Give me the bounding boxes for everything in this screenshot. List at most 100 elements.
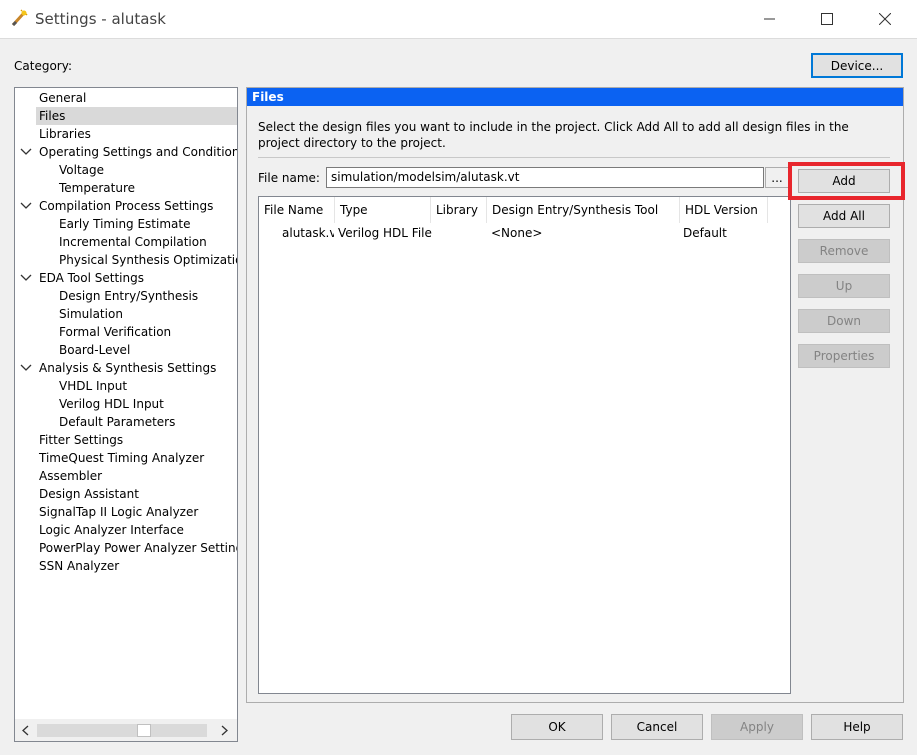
title-bar: Settings - alutask (0, 0, 917, 39)
tree-item[interactable]: Analysis & Synthesis Settings (36, 359, 237, 377)
category-tree[interactable]: General Files Libraries Operating Settings … (14, 87, 238, 742)
tree-item-label: SSN Analyzer (39, 559, 120, 573)
files-description: Select the design files you want to incl… (258, 120, 849, 150)
tree-item-label: Verilog HDL Input (59, 397, 164, 411)
tree-item-label: Early Timing Estimate (59, 217, 191, 231)
separator (258, 157, 890, 158)
tree-item[interactable]: EDA Tool Settings (36, 269, 237, 287)
down-button[interactable]: Down (798, 309, 890, 333)
tree-item[interactable]: Files (36, 107, 237, 125)
tree-item[interactable]: Fitter Settings (36, 431, 237, 449)
tree-item-label: Voltage (59, 163, 105, 177)
tree-item-label: Temperature (59, 181, 136, 195)
add-button[interactable]: Add (798, 169, 890, 193)
tree-item[interactable]: SignalTap II Logic Analyzer (36, 503, 237, 521)
tree-item-label: Analysis & Synthesis Settings (39, 361, 217, 375)
tree-item[interactable]: SSN Analyzer (36, 557, 237, 575)
file-name-label: File name: (258, 171, 320, 185)
cell-tool: <None> (491, 226, 543, 240)
tree-item[interactable]: Incremental Compilation (56, 233, 237, 251)
help-button[interactable]: Help (811, 714, 903, 740)
tree-item-label: Files (39, 109, 66, 123)
horizontal-scrollbar[interactable] (15, 719, 237, 741)
cell-file-name: alutask.vt (282, 226, 334, 240)
chevron-right-icon[interactable] (221, 725, 229, 736)
close-button[interactable] (856, 0, 914, 38)
tree-item[interactable]: Design Entry/Synthesis (56, 287, 237, 305)
tree-item[interactable]: Verilog HDL Input (56, 395, 237, 413)
chevron-down-icon[interactable] (20, 272, 32, 284)
cell-type: Verilog HDL File (338, 226, 432, 240)
tree-item[interactable]: Assembler (36, 467, 237, 485)
tree-item[interactable]: Temperature (56, 179, 237, 197)
tree-item-label: Fitter Settings (39, 433, 124, 447)
tree-item[interactable]: Formal Verification (56, 323, 237, 341)
tree-item-label: TimeQuest Timing Analyzer (39, 451, 205, 465)
chevron-down-icon[interactable] (20, 146, 32, 158)
tree-item[interactable]: Compilation Process Settings (36, 197, 237, 215)
add-all-button[interactable]: Add All (798, 204, 890, 228)
properties-button[interactable]: Properties (798, 344, 890, 368)
file-name-input[interactable]: simulation/modelsim/alutask.vt (326, 167, 764, 188)
tree-item-label: Simulation (59, 307, 123, 321)
tree-item[interactable]: Simulation (56, 305, 237, 323)
tree-item-label: Assembler (39, 469, 103, 483)
tree-item[interactable]: Libraries (36, 125, 237, 143)
tree-item-label: Design Entry/Synthesis (59, 289, 199, 303)
maximize-button[interactable] (798, 0, 856, 38)
tree-item[interactable]: TimeQuest Timing Analyzer (36, 449, 237, 467)
files-panel-header: Files (247, 88, 903, 106)
tree-item-label: General (39, 91, 87, 105)
window-title: Settings - alutask (35, 10, 166, 28)
scrollbar-track[interactable] (37, 724, 207, 737)
tree-item-label: Default Parameters (59, 415, 176, 429)
column-header-library[interactable]: Library (431, 197, 487, 223)
up-button[interactable]: Up (798, 274, 890, 298)
minimize-button[interactable] (741, 0, 799, 38)
ok-button[interactable]: OK (511, 714, 603, 740)
tree-item-label: VHDL Input (59, 379, 128, 393)
tree-item-label: Libraries (39, 127, 91, 141)
tree-item-label: Physical Synthesis Optimizations (59, 253, 238, 267)
tree-item-label: EDA Tool Settings (39, 271, 144, 285)
tree-item[interactable]: Default Parameters (56, 413, 237, 431)
tree-item[interactable]: General (36, 89, 237, 107)
chevron-left-icon[interactable] (21, 725, 29, 736)
tree-item-label: Operating Settings and Conditions (39, 145, 238, 159)
apply-button[interactable]: Apply (711, 714, 803, 740)
chevron-down-icon[interactable] (20, 362, 32, 374)
tree-item-label: Board-Level (59, 343, 131, 357)
column-header-file-name[interactable]: File Name (259, 197, 335, 223)
column-header-hdl-version[interactable]: HDL Version (680, 197, 768, 223)
column-header-tool[interactable]: Design Entry/Synthesis Tool (487, 197, 680, 223)
tree-item[interactable]: Operating Settings and Conditions (36, 143, 237, 161)
tree-item[interactable]: VHDL Input (56, 377, 237, 395)
files-table[interactable]: File Name Type Library Design Entry/Synt… (258, 196, 791, 694)
tree-item-label: Incremental Compilation (59, 235, 207, 249)
tree-item[interactable]: Voltage (56, 161, 237, 179)
remove-button[interactable]: Remove (798, 239, 890, 263)
tree-item[interactable]: PowerPlay Power Analyzer Settings (36, 539, 237, 557)
column-header-type[interactable]: Type (335, 197, 431, 223)
tree-item[interactable]: Physical Synthesis Optimizations (56, 251, 237, 269)
cell-hdl-version: Default (683, 226, 727, 240)
tree-item-label: Logic Analyzer Interface (39, 523, 184, 537)
tree-item-label: Compilation Process Settings (39, 199, 214, 213)
scrollbar-thumb[interactable] (137, 724, 151, 737)
minimize-icon (764, 18, 775, 20)
tree-item-label: PowerPlay Power Analyzer Settings (39, 541, 238, 555)
chevron-down-icon[interactable] (20, 200, 32, 212)
tree-item[interactable]: Early Timing Estimate (56, 215, 237, 233)
settings-wand-icon (10, 8, 28, 28)
maximize-icon (821, 13, 833, 25)
tree-item-label: Design Assistant (39, 487, 139, 501)
tree-item-label: SignalTap II Logic Analyzer (39, 505, 199, 519)
category-label: Category: (14, 59, 72, 73)
tree-item[interactable]: Design Assistant (36, 485, 237, 503)
device-button[interactable]: Device... (811, 53, 903, 78)
browse-button[interactable]: ... (765, 167, 789, 188)
tree-item[interactable]: Logic Analyzer Interface (36, 521, 237, 539)
cancel-button[interactable]: Cancel (611, 714, 703, 740)
tree-item[interactable]: Board-Level (56, 341, 237, 359)
close-icon (879, 13, 891, 25)
